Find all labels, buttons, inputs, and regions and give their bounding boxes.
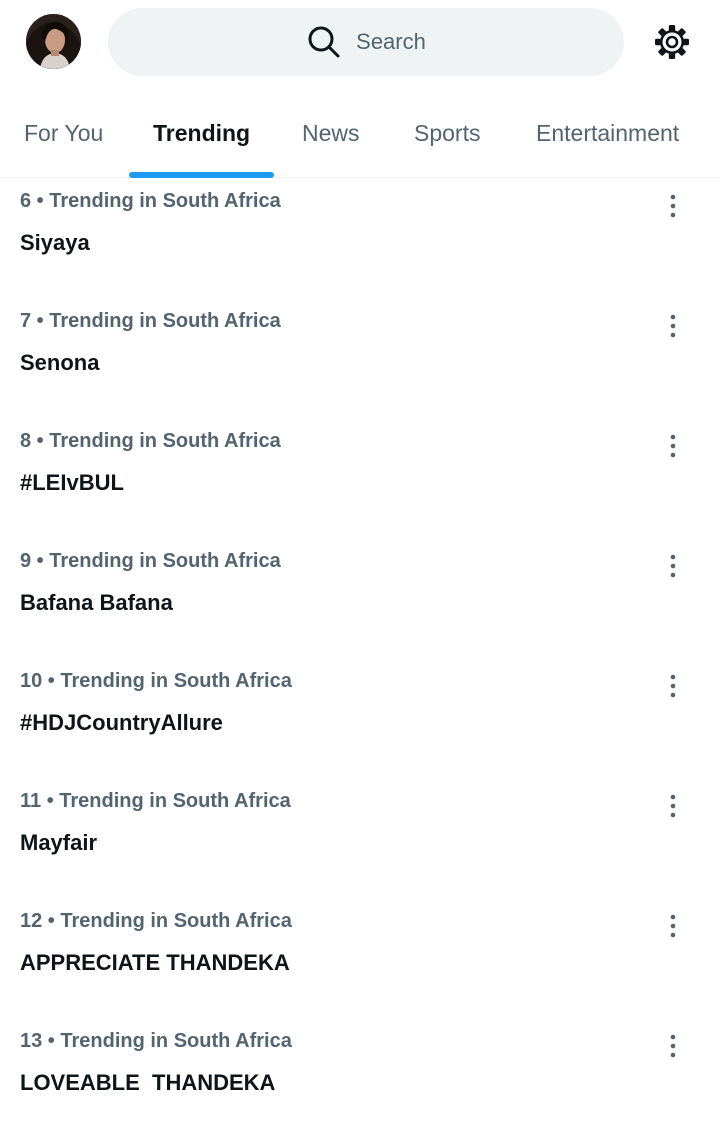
more-options-icon[interactable] [660,912,686,940]
trend-list: 6 • Trending in South Africa Siyaya 7 • … [0,178,720,1133]
trend-item[interactable]: 13 • Trending in South Africa LOVEABLE T… [0,1018,720,1133]
search-icon [308,26,340,58]
trend-item[interactable]: 12 • Trending in South Africa APPRECIATE… [0,898,720,1018]
tab-bar: For You Trending News Sports Entertainme… [0,92,720,178]
trend-name: Siyaya [20,230,90,255]
trend-meta: 7 • Trending in South Africa [20,310,281,332]
more-options-icon[interactable] [660,672,686,700]
more-options-icon[interactable] [660,432,686,460]
trend-item[interactable]: 8 • Trending in South Africa #LEIvBUL [0,418,720,538]
trend-name: Senona [20,350,100,375]
gear-icon[interactable] [652,22,692,62]
trend-meta: 6 • Trending in South Africa [20,190,281,212]
more-options-icon[interactable] [660,792,686,820]
trend-name: Mayfair [20,830,98,855]
search-bar[interactable]: Search [108,8,624,76]
search-placeholder: Search [356,29,426,54]
trend-meta: 9 • Trending in South Africa [20,550,281,572]
more-options-icon[interactable] [660,192,686,220]
trend-item[interactable]: 11 • Trending in South Africa Mayfair [0,778,720,898]
trend-meta: 13 • Trending in South Africa [20,1030,292,1052]
tab-entertainment[interactable]: Entertainment [536,120,679,147]
tab-for-you[interactable]: For You [24,120,103,147]
trend-meta: 11 • Trending in South Africa [20,790,291,812]
more-options-icon[interactable] [660,1032,686,1060]
tab-sports[interactable]: Sports [414,120,480,147]
trend-name: LOVEABLE THANDEKA [20,1070,276,1095]
trend-name: Bafana Bafana [20,590,173,615]
more-options-icon[interactable] [660,552,686,580]
trend-item[interactable]: 9 • Trending in South Africa Bafana Bafa… [0,538,720,658]
trend-meta: 12 • Trending in South Africa [20,910,292,932]
trend-name: #HDJCountryAllure [20,710,223,735]
avatar[interactable] [26,14,81,69]
trend-name: APPRECIATE THANDEKA [20,950,290,975]
trend-name: #LEIvBUL [20,470,124,495]
tab-news[interactable]: News [302,120,360,147]
more-options-icon[interactable] [660,312,686,340]
trend-item[interactable]: 7 • Trending in South Africa Senona [0,298,720,418]
trend-meta: 10 • Trending in South Africa [20,670,292,692]
trend-meta: 8 • Trending in South Africa [20,430,281,452]
top-bar: Search [0,0,720,92]
trend-item[interactable]: 6 • Trending in South Africa Siyaya [0,178,720,298]
tab-trending[interactable]: Trending [153,120,250,147]
trend-item[interactable]: 10 • Trending in South Africa #HDJCountr… [0,658,720,778]
